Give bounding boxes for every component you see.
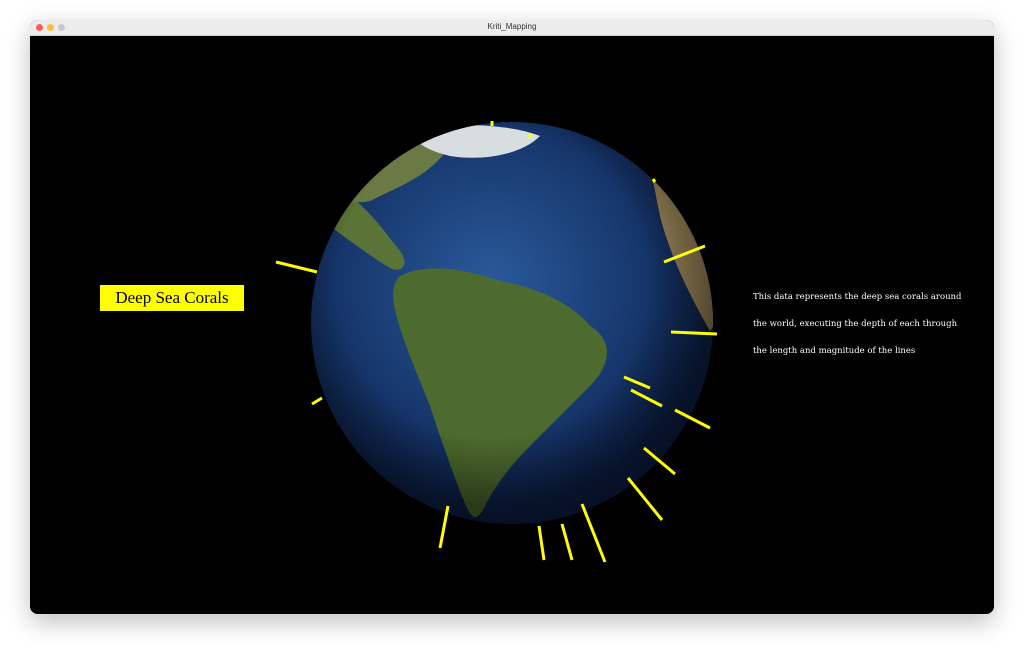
globe-shading	[311, 122, 713, 524]
title-label: Deep Sea Corals	[100, 285, 244, 311]
coral-marker-line	[275, 260, 318, 274]
app-window: Kriti_Mapping Deep Sea Corals This data …	[30, 20, 994, 614]
coral-marker-line	[560, 523, 574, 561]
description-line: This data represents the deep sea corals…	[753, 292, 962, 302]
description-line: the length and magnitude of the lines	[753, 346, 916, 356]
coral-marker-line	[537, 525, 546, 561]
coral-marker-line	[651, 178, 657, 183]
description-line: the world, executing the depth of each t…	[753, 319, 958, 329]
coral-marker-line	[626, 477, 664, 521]
coral-marker-line	[670, 330, 718, 336]
description-text: This data represents the deep sea corals…	[753, 292, 983, 373]
coral-marker-line	[438, 505, 450, 549]
sketch-canvas[interactable]: Deep Sea Corals This data represents the…	[30, 36, 994, 614]
coral-marker-line	[311, 396, 323, 406]
title-bar: Kriti_Mapping	[30, 20, 994, 36]
coral-marker-line	[580, 503, 607, 563]
window-title: Kriti_Mapping	[487, 22, 537, 31]
